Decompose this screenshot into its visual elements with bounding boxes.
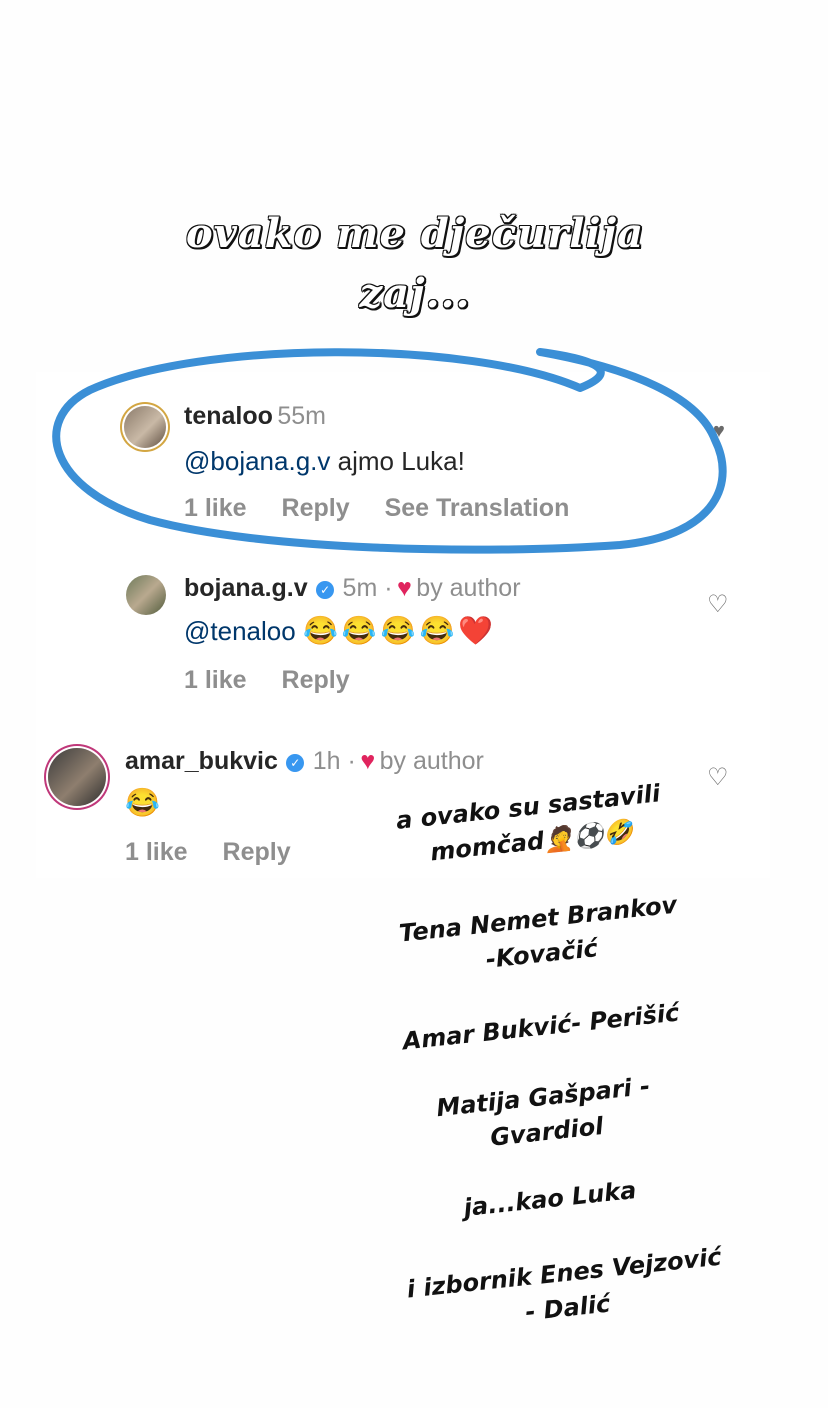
verified-badge-icon: ✓ xyxy=(286,754,305,772)
comment-tenaloo-actions: 1 like Reply See Translation xyxy=(184,494,597,523)
emoji-text: 😂 xyxy=(125,787,164,818)
story-headline-line1: ovako me dječurlija xyxy=(185,210,645,257)
reply-button[interactable]: Reply xyxy=(282,494,350,522)
comment-time: 55m xyxy=(277,402,326,430)
heart-icon: ♥ xyxy=(397,574,412,602)
verified-badge-icon: ✓ xyxy=(316,581,335,599)
by-author-label: by author xyxy=(416,574,521,602)
likes-count[interactable]: 1 like xyxy=(184,494,247,522)
avatar-tenaloo[interactable] xyxy=(124,406,166,448)
comment-tenaloo-header: tenaloo 55m xyxy=(184,402,326,431)
avatar-bojana[interactable] xyxy=(126,575,166,615)
comment-text: ajmo Luka! xyxy=(330,446,465,476)
comment-amar-body: 😂 xyxy=(125,786,164,819)
story-headline-line2: zaj... xyxy=(359,270,471,317)
reply-button[interactable]: Reply xyxy=(282,666,350,694)
username-bojana[interactable]: bojana.g.v xyxy=(184,574,308,602)
comment-tenaloo-body: @bojana.g.v ajmo Luka! xyxy=(184,446,465,477)
reply-button[interactable]: Reply xyxy=(223,838,291,866)
comment-bojana-header: bojana.g.v ✓ 5m · ♥ by author xyxy=(184,574,521,603)
heart-icon[interactable]: ♥ xyxy=(713,420,725,443)
comment-bojana-actions: 1 like Reply xyxy=(184,666,378,695)
likes-count[interactable]: 1 like xyxy=(125,838,188,866)
heart-icon: ♥ xyxy=(360,747,376,775)
comment-time: 1h · xyxy=(312,747,356,775)
username-tenaloo[interactable]: tenaloo xyxy=(184,402,273,430)
see-translation-button[interactable]: See Translation xyxy=(385,494,570,522)
comment-amar-header: amar_bukvic ✓ 1h · ♥ by author xyxy=(125,747,484,776)
like-heart-outline-icon[interactable]: ♡ xyxy=(707,763,729,792)
emoji-text: 😂😂😂😂❤️ xyxy=(302,615,498,646)
mention-link[interactable]: @bojana.g.v xyxy=(184,446,330,476)
mention-link[interactable]: @tenaloo xyxy=(184,616,296,646)
likes-count[interactable]: 1 like xyxy=(184,666,247,694)
username-amar[interactable]: amar_bukvic xyxy=(125,747,278,775)
comment-bojana-body: @tenaloo 😂😂😂😂❤️ xyxy=(184,614,497,647)
like-heart-outline-icon[interactable]: ♡ xyxy=(707,590,729,619)
comment-amar-actions: 1 like Reply xyxy=(125,838,319,867)
by-author-label: by author xyxy=(379,747,484,775)
avatar-amar[interactable] xyxy=(48,748,106,806)
comment-time: 5m · xyxy=(342,574,393,602)
